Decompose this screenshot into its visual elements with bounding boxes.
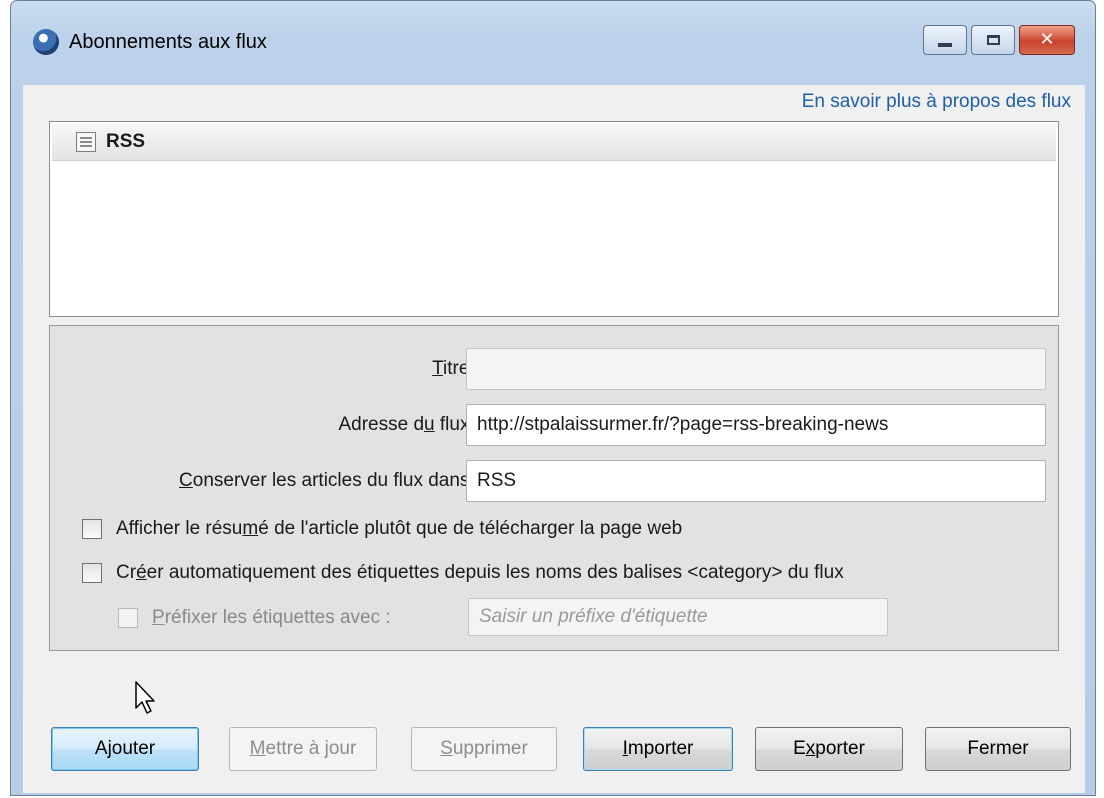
minimize-icon bbox=[938, 43, 952, 47]
thunderbird-icon bbox=[33, 29, 59, 55]
maximize-button[interactable] bbox=[971, 25, 1015, 55]
feed-tree[interactable]: RSS bbox=[49, 121, 1059, 317]
remove-button[interactable]: Supprimer bbox=[411, 727, 557, 771]
store-folder-field[interactable]: RSS bbox=[466, 460, 1046, 502]
summary-checkbox[interactable] bbox=[82, 519, 102, 539]
feed-address-field[interactable]: http://stpalaissurmer.fr/?page=rss-break… bbox=[466, 404, 1046, 446]
summary-checkbox-label: Afficher le résumé de l'article plutôt q… bbox=[116, 518, 683, 539]
maximize-icon bbox=[986, 35, 1000, 45]
autotag-checkbox[interactable] bbox=[82, 563, 102, 583]
title-field[interactable] bbox=[466, 348, 1046, 390]
autotag-option[interactable]: Créer automatiquement des étiquettes dep… bbox=[82, 562, 844, 584]
close-window-button[interactable]: ✕ bbox=[1019, 25, 1075, 55]
address-label: Adresse du flux : bbox=[338, 414, 480, 435]
import-button[interactable]: Importer bbox=[583, 727, 733, 771]
tree-item-label: RSS bbox=[106, 131, 146, 152]
folder-label: Conserver les articles du flux dans : bbox=[179, 470, 480, 491]
feed-folder-icon bbox=[76, 132, 96, 152]
prefix-checkbox[interactable] bbox=[118, 608, 138, 628]
feed-properties-panel: Titre : Adresse du flux : http://stpalai… bbox=[49, 325, 1059, 651]
caption-buttons: ✕ bbox=[919, 25, 1075, 55]
close-icon: ✕ bbox=[1039, 29, 1055, 50]
minimize-button[interactable] bbox=[923, 25, 967, 55]
export-button[interactable]: Ex porter bbox=[755, 727, 903, 771]
update-button[interactable]: Mettre à jour bbox=[229, 727, 377, 771]
prefix-input[interactable]: Saisir un préfixe d'étiquette bbox=[468, 598, 888, 636]
window-title: Abonnements aux flux bbox=[69, 31, 267, 53]
close-button[interactable]: Fermer bbox=[925, 727, 1071, 771]
dialog-window: Abonnements aux flux ✕ En savoir plus à … bbox=[10, 0, 1096, 796]
autotag-checkbox-label: Créer automatiquement des étiquettes dep… bbox=[116, 562, 844, 583]
title-bar[interactable]: Abonnements aux flux ✕ bbox=[11, 1, 1095, 85]
summary-option[interactable]: Afficher le résumé de l'article plutôt q… bbox=[82, 518, 682, 540]
add-button[interactable]: Aj outer bbox=[51, 727, 199, 771]
learn-more-link[interactable]: En savoir plus à propos des flux bbox=[802, 91, 1071, 113]
prefix-option[interactable]: Préfixer les étiquettes avec : bbox=[118, 607, 391, 629]
mouse-cursor-icon bbox=[135, 681, 155, 714]
tree-item-rss[interactable]: RSS bbox=[52, 124, 1056, 161]
prefix-checkbox-label: Préfixer les étiquettes avec : bbox=[152, 607, 391, 628]
dialog-body: En savoir plus à propos des flux RSS Tit… bbox=[23, 85, 1085, 793]
